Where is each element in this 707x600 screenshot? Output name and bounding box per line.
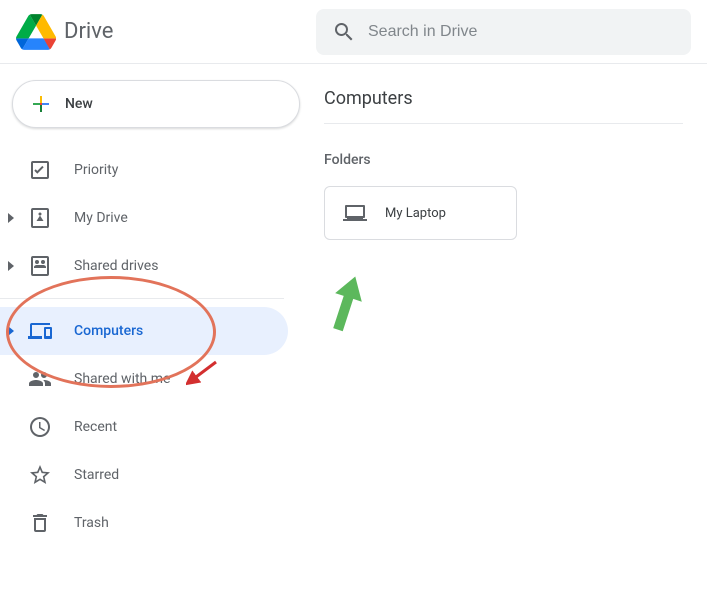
drive-logo-icon xyxy=(16,12,56,52)
sidebar-item-label: Recent xyxy=(74,419,117,435)
sidebar-item-computers[interactable]: Computers xyxy=(0,307,288,355)
recent-icon xyxy=(28,415,52,439)
search-bar[interactable] xyxy=(316,9,691,55)
sidebar-item-starred[interactable]: Starred xyxy=(0,451,288,499)
logo-wrap[interactable]: Drive xyxy=(16,12,316,52)
plus-icon xyxy=(29,92,53,116)
sidebar-item-trash[interactable]: Trash xyxy=(0,499,288,547)
shared-drives-icon xyxy=(28,254,52,278)
sidebar-item-label: Computers xyxy=(74,323,143,339)
sidebar-item-my-drive[interactable]: My Drive xyxy=(0,194,288,242)
star-icon xyxy=(28,463,52,487)
sidebar-item-label: Starred xyxy=(74,467,119,483)
new-button[interactable]: New xyxy=(12,80,300,128)
trash-icon xyxy=(28,511,52,535)
sidebar-item-shared-drives[interactable]: Shared drives xyxy=(0,242,288,290)
search-icon xyxy=(332,20,356,44)
sidebar: New Priority My Drive Shared drives Comp… xyxy=(0,64,300,600)
drive-icon xyxy=(28,206,52,230)
sidebar-item-recent[interactable]: Recent xyxy=(0,403,288,451)
sidebar-item-label: Shared drives xyxy=(74,258,158,274)
search-input[interactable] xyxy=(368,23,675,41)
sidebar-item-label: Shared with me xyxy=(74,371,170,387)
folder-card-my-laptop[interactable]: My Laptop xyxy=(324,186,517,240)
page-title: Computers xyxy=(324,88,683,124)
folders-section-label: Folders xyxy=(324,152,683,168)
nav-divider xyxy=(0,298,284,299)
new-button-label: New xyxy=(65,96,93,112)
sidebar-item-label: Priority xyxy=(74,162,118,178)
app-title: Drive xyxy=(64,19,113,44)
laptop-icon xyxy=(343,201,367,225)
header: Drive xyxy=(0,0,707,64)
computers-icon xyxy=(28,319,52,343)
sidebar-item-priority[interactable]: Priority xyxy=(0,146,288,194)
sidebar-item-shared-with-me[interactable]: Shared with me xyxy=(0,355,288,403)
priority-icon xyxy=(28,158,52,182)
folder-name: My Laptop xyxy=(385,206,446,221)
shared-with-me-icon xyxy=(28,367,52,391)
sidebar-item-label: My Drive xyxy=(74,210,128,226)
sidebar-item-label: Trash xyxy=(74,515,109,531)
main-content: Computers Folders My Laptop xyxy=(300,64,707,600)
